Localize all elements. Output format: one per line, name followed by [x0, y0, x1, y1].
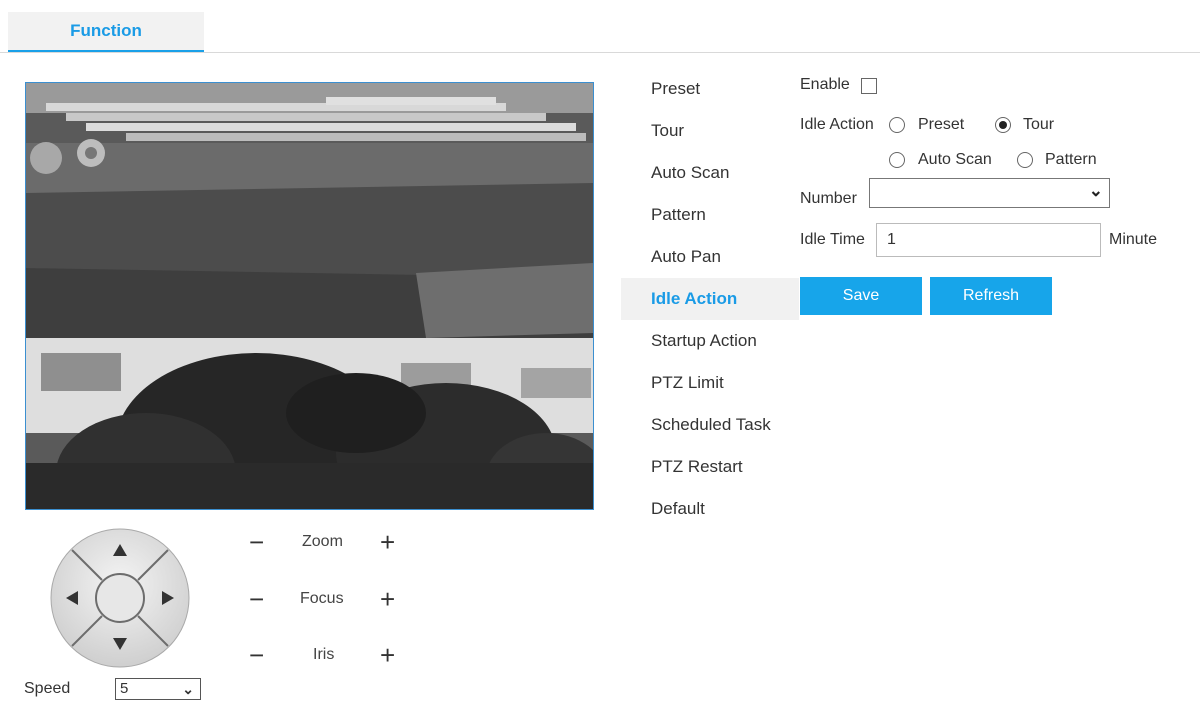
idle-time-label: Idle Time [800, 231, 865, 248]
menu-item-startup-action[interactable]: Startup Action [621, 320, 799, 362]
tab-bar: Function [0, 0, 1200, 53]
enable-label: Enable [800, 76, 850, 93]
video-frame-image [26, 83, 593, 509]
iris-open-button[interactable]: + [380, 642, 395, 668]
iris-label: Iris [313, 646, 335, 663]
enable-checkbox[interactable] [861, 78, 877, 94]
focus-label: Focus [300, 590, 344, 607]
menu-item-idle-action[interactable]: Idle Action [621, 278, 799, 320]
menu-item-tour[interactable]: Tour [621, 110, 799, 152]
focus-far-button[interactable]: + [380, 586, 395, 612]
radio-pattern[interactable] [1017, 152, 1033, 168]
tab-function[interactable]: Function [8, 12, 204, 52]
iris-close-button[interactable]: − [249, 642, 264, 668]
menu-item-auto-pan[interactable]: Auto Pan [621, 236, 799, 278]
ptz-center-button[interactable] [95, 573, 145, 623]
chevron-down-icon: ⌄ [1088, 181, 1103, 200]
menu-item-pattern[interactable]: Pattern [621, 194, 799, 236]
refresh-button[interactable]: Refresh [930, 277, 1052, 315]
radio-preset[interactable] [889, 117, 905, 133]
zoom-in-button[interactable]: + [380, 529, 395, 555]
idle-time-unit: Minute [1109, 231, 1158, 248]
menu-item-preset[interactable]: Preset [621, 68, 799, 110]
radio-tour[interactable] [995, 117, 1011, 133]
zoom-out-button[interactable]: − [249, 529, 264, 555]
menu-item-default[interactable]: Default [621, 488, 799, 530]
save-button[interactable]: Save [800, 277, 922, 315]
speed-label: Speed [24, 680, 71, 697]
speed-value: 5 [120, 680, 129, 697]
live-video [25, 82, 594, 510]
chevron-down-icon: ⌄ [182, 681, 194, 697]
speed-select[interactable]: 5 ⌄ [115, 678, 201, 700]
menu-item-auto-scan[interactable]: Auto Scan [621, 152, 799, 194]
radio-auto-scan-label: Auto Scan [918, 151, 992, 168]
menu-item-scheduled-task[interactable]: Scheduled Task [621, 404, 799, 446]
radio-preset-label: Preset [918, 116, 965, 133]
menu-item-ptz-restart[interactable]: PTZ Restart [621, 446, 799, 488]
radio-pattern-label: Pattern [1045, 151, 1097, 168]
idle-action-label: Idle Action [800, 116, 874, 133]
radio-auto-scan[interactable] [889, 152, 905, 168]
number-label: Number [800, 190, 857, 207]
ptz-direction-pad[interactable] [50, 528, 190, 668]
number-select[interactable]: ⌄ [869, 178, 1110, 208]
zoom-label: Zoom [302, 533, 343, 550]
function-menu: Preset Tour Auto Scan Pattern Auto Pan I… [621, 68, 799, 530]
idle-time-input[interactable]: 1 [876, 223, 1101, 257]
menu-item-ptz-limit[interactable]: PTZ Limit [621, 362, 799, 404]
focus-near-button[interactable]: − [249, 586, 264, 612]
radio-tour-label: Tour [1023, 116, 1055, 133]
